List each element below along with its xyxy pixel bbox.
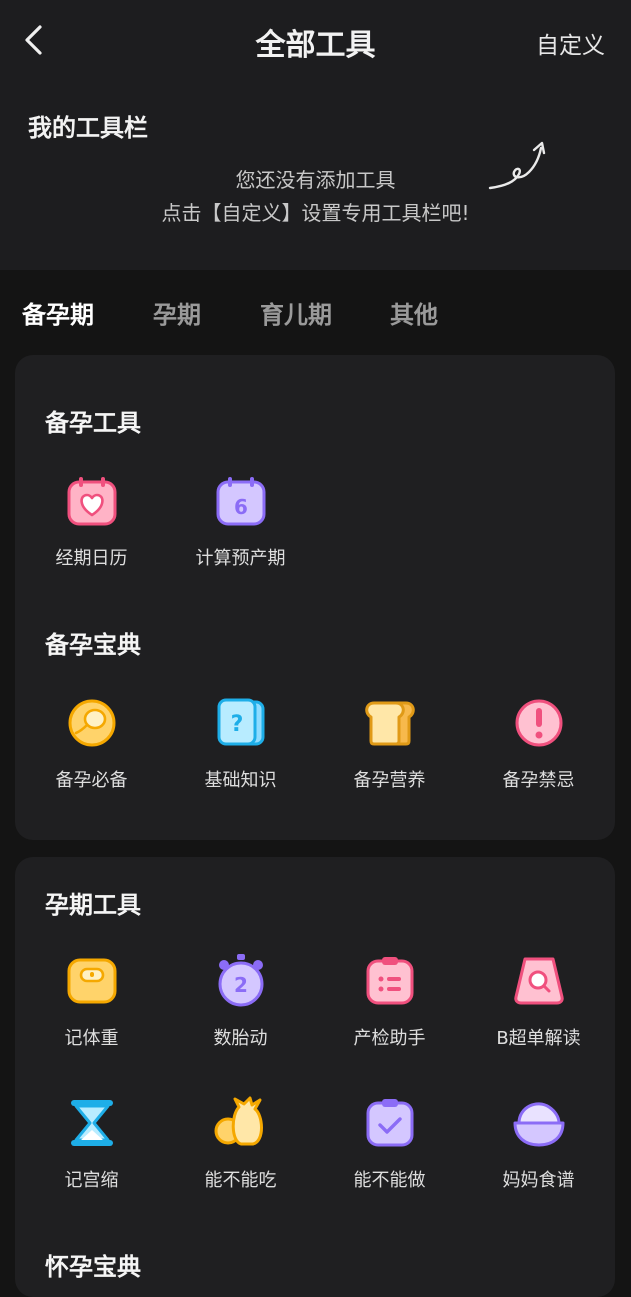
clipboard-check-icon xyxy=(366,1099,413,1147)
customize-button[interactable]: 自定义 xyxy=(536,26,605,60)
section-title-prep-tools: 备孕工具 xyxy=(45,403,141,440)
tool-label: 妈妈食谱 xyxy=(502,1170,575,1191)
scale-icon xyxy=(67,958,116,1004)
tool-ultrasound-reading[interactable]: B超单解读 xyxy=(464,953,613,1050)
question-book-icon: ? xyxy=(217,698,264,746)
tool-label: 基础知识 xyxy=(204,770,277,791)
empty-hint-line2: 点击【自定义】设置专用工具栏吧! xyxy=(161,201,470,225)
my-toolbar-panel: 我的工具栏 您还没有添加工具 点击【自定义】设置专用工具栏吧! xyxy=(0,80,631,270)
tool-label: 能不能吃 xyxy=(204,1170,277,1191)
tool-mom-recipes[interactable]: 妈妈食谱 xyxy=(464,1095,613,1192)
bowl-icon xyxy=(513,1102,564,1147)
tool-label: 记宫缩 xyxy=(64,1170,119,1191)
egg-icon xyxy=(68,699,115,747)
hourglass-icon xyxy=(70,1100,113,1146)
tool-label: 备孕营养 xyxy=(353,770,426,791)
food-bag-icon xyxy=(214,1096,263,1146)
svg-text:?: ? xyxy=(230,712,243,737)
tool-weight-log[interactable]: 记体重 xyxy=(17,953,166,1050)
tool-period-calendar[interactable]: 经期日历 xyxy=(17,473,166,570)
checklist-icon xyxy=(366,957,413,1005)
tab-parenting[interactable]: 育儿期 xyxy=(260,295,332,330)
tool-can-eat[interactable]: 能不能吃 xyxy=(166,1095,315,1192)
tool-label: 产检助手 xyxy=(353,1028,426,1049)
tool-label: 数胎动 xyxy=(213,1028,268,1049)
tool-checkup-assistant[interactable]: 产检助手 xyxy=(315,953,464,1050)
tool-prep-nutrition[interactable]: 备孕营养 xyxy=(315,695,464,792)
tool-label: 计算预产期 xyxy=(195,548,286,569)
calendar-six-icon: 6 xyxy=(216,477,265,526)
section-title-prep-guide: 备孕宝典 xyxy=(45,625,141,662)
tool-due-date[interactable]: 6 计算预产期 xyxy=(166,473,315,570)
stopwatch-icon: 2 xyxy=(218,954,263,1007)
back-arrow-icon[interactable] xyxy=(16,22,52,58)
svg-text:6: 6 xyxy=(234,495,248,519)
svg-text:2: 2 xyxy=(234,973,248,997)
tool-label: B超单解读 xyxy=(496,1028,581,1049)
ultrasound-icon xyxy=(513,957,564,1005)
prep-card: 备孕工具 经期日历 6 计算预产期 备孕宝典 备孕必备 ? 基础知识 备孕营养 … xyxy=(15,355,615,840)
curved-arrow-icon xyxy=(488,141,546,190)
header: 全部工具 自定义 xyxy=(0,0,631,80)
bread-icon xyxy=(364,701,415,746)
tool-label: 记体重 xyxy=(64,1028,119,1049)
pregnancy-card: 孕期工具 记体重 2 数胎动 产检助手 B超单解读 记宫缩 能不能吃 能不能做 … xyxy=(15,857,615,1297)
exclamation-icon xyxy=(515,699,562,747)
tool-prep-essentials[interactable]: 备孕必备 xyxy=(17,695,166,792)
section-title-preg-tools: 孕期工具 xyxy=(45,885,141,922)
tool-label: 备孕必备 xyxy=(55,770,128,791)
tab-bar: 备孕期 孕期 育儿期 其他 xyxy=(0,285,631,341)
calendar-heart-icon xyxy=(67,477,116,526)
tab-pregnancy[interactable]: 孕期 xyxy=(153,295,201,330)
tool-basic-knowledge[interactable]: ? 基础知识 xyxy=(166,695,315,792)
tool-prep-taboo[interactable]: 备孕禁忌 xyxy=(464,695,613,792)
tool-kick-count[interactable]: 2 数胎动 xyxy=(166,953,315,1050)
tool-can-do[interactable]: 能不能做 xyxy=(315,1095,464,1192)
tool-contraction-log[interactable]: 记宫缩 xyxy=(17,1095,166,1192)
tab-other[interactable]: 其他 xyxy=(390,295,438,330)
my-toolbar-title: 我的工具栏 xyxy=(28,114,148,142)
tab-prep[interactable]: 备孕期 xyxy=(22,295,94,330)
section-title-preg-guide: 怀孕宝典 xyxy=(45,1247,141,1284)
tool-label: 能不能做 xyxy=(353,1170,426,1191)
tool-label: 备孕禁忌 xyxy=(502,770,575,791)
tool-label: 经期日历 xyxy=(55,548,128,569)
